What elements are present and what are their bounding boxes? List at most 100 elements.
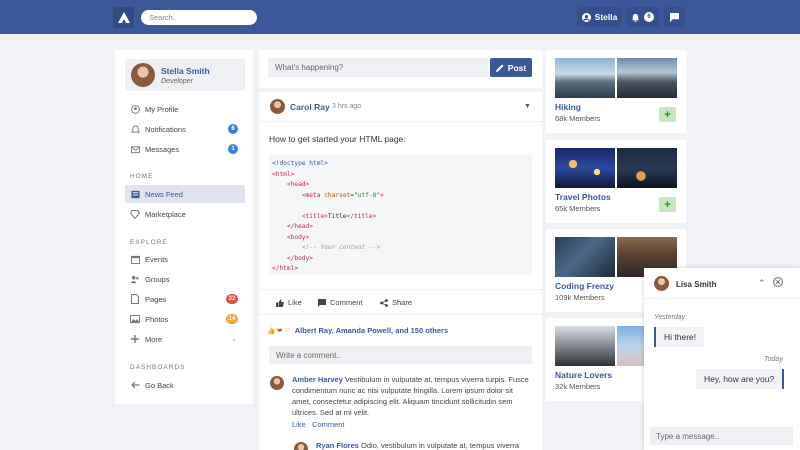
calendar-icon	[125, 255, 145, 264]
group-card[interactable]: Hiking 68k Members +	[546, 50, 686, 133]
chat-contact-name: Lisa Smith	[676, 280, 717, 289]
sidebar-item-photos[interactable]: Photos 14	[125, 310, 245, 328]
reaction-icons: 👍 ❤ ☺	[267, 327, 291, 335]
post-button-label: Post	[507, 62, 527, 73]
profile-role: Developer	[161, 78, 193, 85]
group-members: 68k Members	[555, 114, 601, 123]
group-card[interactable]: Travel Photos 65k Members +	[546, 140, 686, 223]
post-composer: Post	[259, 50, 542, 88]
pages-badge: 32	[226, 294, 238, 304]
chat-message-input[interactable]	[650, 427, 793, 445]
commenter-avatar[interactable]	[294, 442, 308, 450]
logo-icon[interactable]	[113, 7, 134, 28]
sidebar-item-label: My Profile	[145, 104, 179, 114]
group-members: 32k Members	[555, 382, 601, 391]
sidebar-item-label: Events	[145, 254, 168, 264]
day-label: Yesterday	[654, 314, 686, 321]
search-input[interactable]	[141, 10, 257, 25]
message-received: Hi there!	[654, 327, 705, 347]
group-members: 65k Members	[555, 204, 601, 213]
share-button[interactable]: Share	[380, 298, 412, 307]
arrow-left-icon	[125, 381, 145, 389]
group-name[interactable]: Hiking	[555, 102, 581, 112]
comment-item: Amber Harvey Vestibulum in vulputate at,…	[292, 374, 537, 418]
comment-label: Comment	[330, 298, 363, 307]
comment-item: Ryan Flores Odio, vestibulum in vulputat…	[316, 440, 536, 450]
sidebar-item-more[interactable]: More ⌄	[125, 330, 245, 348]
section-title-dashboards: DASHBOARDS	[130, 364, 186, 371]
comment-icon	[318, 298, 326, 307]
status-input[interactable]	[268, 58, 488, 77]
group-name[interactable]: Coding Frenzy	[555, 281, 614, 291]
chat-window: Lisa Smith ⌃ Yesterday Hi there! Today H…	[644, 268, 800, 450]
share-label: Share	[392, 298, 413, 307]
heart-reaction-icon: ❤	[276, 327, 283, 335]
feed-post: Carol Ray 3 hrs ago ▼ How to get started…	[259, 92, 542, 450]
profile-name: Stella Smith	[161, 66, 210, 76]
post-text: How to get started your HTML page:	[269, 134, 406, 144]
commenter-avatar[interactable]	[270, 376, 284, 390]
left-sidebar: Stella Smith Developer My Profile Notifi…	[115, 50, 253, 404]
avatar	[131, 63, 155, 87]
comment-text-line: condimentum nunc ac nisi vulputate fring…	[292, 386, 513, 395]
day-label: Today	[764, 356, 783, 363]
post-header: Carol Ray 3 hrs ago ▼	[259, 92, 542, 122]
messages-button[interactable]	[664, 7, 685, 27]
likes-summary[interactable]: 👍 ❤ ☺ Albert Ray, Amanda Powell, and 150…	[267, 326, 448, 335]
photos-badge: 14	[226, 314, 238, 324]
comment-text: Odio, vestibulum in vulputate at, tempus…	[361, 441, 520, 450]
chat-icon	[670, 12, 679, 22]
diamond-icon	[125, 209, 145, 219]
commenter-name[interactable]: Ryan Flores	[316, 441, 359, 450]
pencil-icon	[495, 64, 504, 72]
share-icon	[380, 298, 388, 307]
sidebar-item-label: Photos	[145, 314, 169, 324]
bell-icon	[125, 124, 145, 134]
like-button[interactable]: Like	[276, 298, 302, 307]
post-author[interactable]: Carol Ray	[290, 102, 330, 112]
user-circle-icon	[125, 104, 145, 114]
comment-reply-link[interactable]: Comment	[312, 420, 345, 429]
sidebar-item-my-profile[interactable]: My Profile	[125, 100, 245, 118]
group-name[interactable]: Nature Lovers	[555, 370, 612, 380]
messages-badge: 1	[228, 144, 238, 154]
notifications-button[interactable]: 6	[626, 7, 659, 27]
sidebar-item-notifications[interactable]: Notifications 6	[125, 120, 245, 138]
sidebar-item-label: Pages	[145, 294, 167, 304]
caret-down-icon[interactable]: ▼	[524, 103, 531, 110]
sidebar-item-marketplace[interactable]: Marketplace	[125, 205, 245, 223]
sidebar-item-go-back[interactable]: Go Back	[125, 376, 245, 394]
group-image	[555, 237, 615, 277]
users-icon	[125, 275, 145, 284]
user-menu-button[interactable]: Stella	[577, 7, 622, 27]
comment-like-link[interactable]: Like	[292, 420, 306, 429]
notifications-badge: 6	[228, 124, 238, 134]
post-button[interactable]: Post	[490, 58, 532, 77]
comment-button[interactable]: Comment	[318, 298, 363, 307]
chat-header[interactable]: Lisa Smith ⌃	[644, 268, 800, 299]
commenter-name[interactable]: Amber Harvey	[292, 375, 343, 384]
author-avatar[interactable]	[270, 99, 285, 114]
sidebar-item-messages[interactable]: Messages 1	[125, 140, 245, 158]
join-group-button[interactable]: +	[659, 107, 676, 122]
section-title-explore: EXPLORE	[130, 239, 168, 246]
sidebar-item-news-feed[interactable]: News Feed	[125, 185, 245, 203]
sidebar-item-label: Groups	[145, 274, 170, 284]
sidebar-item-pages[interactable]: Pages 32	[125, 290, 245, 308]
sidebar-item-label: Messages	[145, 144, 180, 154]
group-image	[555, 326, 615, 366]
join-group-button[interactable]: +	[659, 197, 676, 212]
comment-input[interactable]	[269, 346, 532, 364]
file-icon	[125, 294, 145, 304]
sidebar-item-groups[interactable]: Groups	[125, 270, 245, 288]
sidebar-item-label: News Feed	[145, 189, 183, 199]
group-image	[617, 148, 677, 188]
sidebar-item-events[interactable]: Events	[125, 250, 245, 268]
profile-card[interactable]: Stella Smith Developer	[125, 59, 245, 91]
like-reaction-icon: 👍	[267, 327, 276, 335]
close-icon[interactable]	[773, 277, 783, 289]
thumbs-up-icon	[276, 299, 284, 307]
group-name[interactable]: Travel Photos	[555, 192, 611, 202]
chevron-up-icon[interactable]: ⌃	[758, 278, 766, 289]
comment-text-line: amet, consectetur adipiscing elit. Aliqu…	[292, 397, 513, 406]
